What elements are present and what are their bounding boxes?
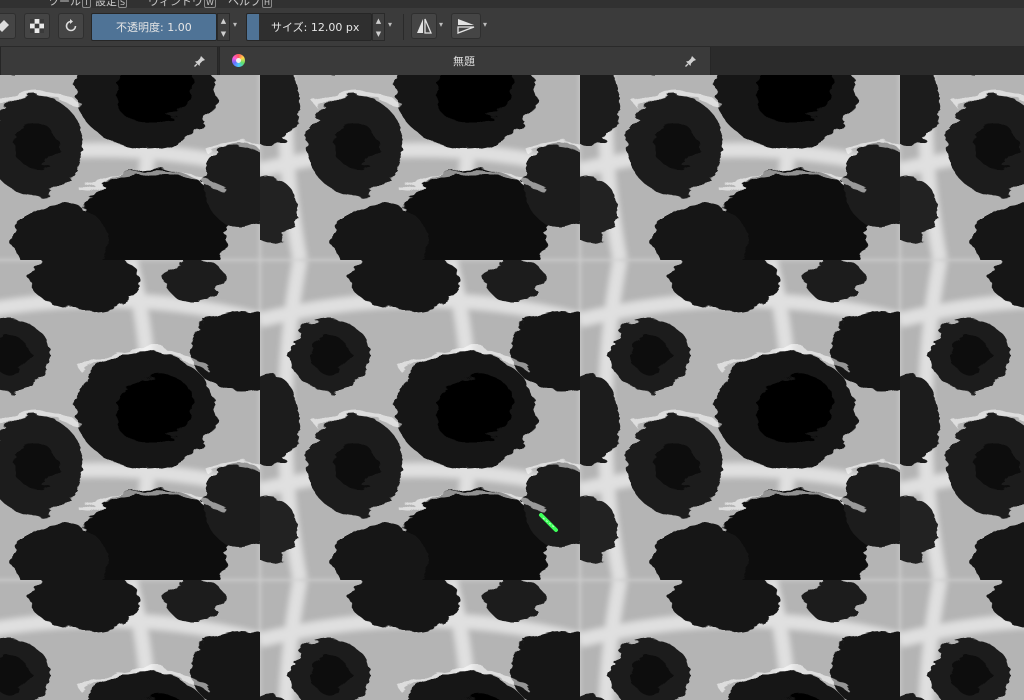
toolbar-divider <box>403 14 404 40</box>
opacity-decrease-icon[interactable]: ▼ <box>218 27 229 40</box>
opacity-label: 不透明度: <box>116 21 164 34</box>
size-spinner[interactable]: ▲ ▼ <box>372 13 385 41</box>
painted-texture <box>0 75 1024 700</box>
tab-untitled[interactable]: 無題 <box>219 47 711 75</box>
size-value: 12.00 px <box>310 20 360 34</box>
document-tab-bar: 無題 <box>0 47 1024 75</box>
tool-options-bar: 不透明度: 1.00 ▲ ▼ ▾ サイズ: 12.00 px ▲ ▼ ▾ ▾ ▾ <box>0 8 1024 47</box>
checkerboard-icon <box>30 19 44 33</box>
opacity-spinner[interactable]: ▲ ▼ <box>217 13 230 41</box>
tab-untitled-title: 無題 <box>453 55 475 68</box>
eraser-mode-button[interactable] <box>0 13 16 39</box>
tab-document-1[interactable] <box>0 47 218 75</box>
size-increase-icon[interactable]: ▲ <box>373 14 384 27</box>
size-label: サイズ: <box>271 21 308 34</box>
mirror-vertical-icon <box>457 19 475 34</box>
mirror-horizontal-button[interactable] <box>411 13 437 39</box>
menu-bar: ツール T 設定 S ウィンドウ W ヘルプ H <box>0 0 1024 8</box>
size-slider-fill <box>247 14 260 40</box>
size-dropdown-icon[interactable]: ▾ <box>388 20 392 29</box>
size-slider[interactable]: サイズ: 12.00 px <box>246 13 372 41</box>
mirror-vertical-button[interactable] <box>451 13 481 39</box>
preserve-alpha-button[interactable] <box>24 13 50 39</box>
float-pin-icon[interactable] <box>193 54 207 68</box>
reload-preset-button[interactable] <box>58 13 84 39</box>
menu-settings[interactable]: 設定 S <box>95 0 128 8</box>
reload-icon <box>65 19 77 32</box>
mirror-horizontal-icon <box>417 18 432 34</box>
menu-tools[interactable]: ツール T <box>48 0 91 8</box>
menu-window[interactable]: ウィンドウ W <box>148 0 216 8</box>
eraser-icon <box>0 20 9 32</box>
document-color-icon <box>232 54 245 67</box>
mirror-horizontal-dropdown-icon[interactable]: ▾ <box>439 20 443 29</box>
mirror-vertical-dropdown-icon[interactable]: ▾ <box>483 20 487 29</box>
opacity-increase-icon[interactable]: ▲ <box>218 14 229 27</box>
opacity-dropdown-icon[interactable]: ▾ <box>233 20 237 29</box>
opacity-value: 1.00 <box>167 20 192 34</box>
size-decrease-icon[interactable]: ▼ <box>373 27 384 40</box>
float-pin-icon[interactable] <box>684 54 698 68</box>
opacity-slider[interactable]: 不透明度: 1.00 <box>91 13 217 41</box>
canvas-area[interactable] <box>0 75 1024 700</box>
menu-help[interactable]: ヘルプ H <box>228 0 273 8</box>
